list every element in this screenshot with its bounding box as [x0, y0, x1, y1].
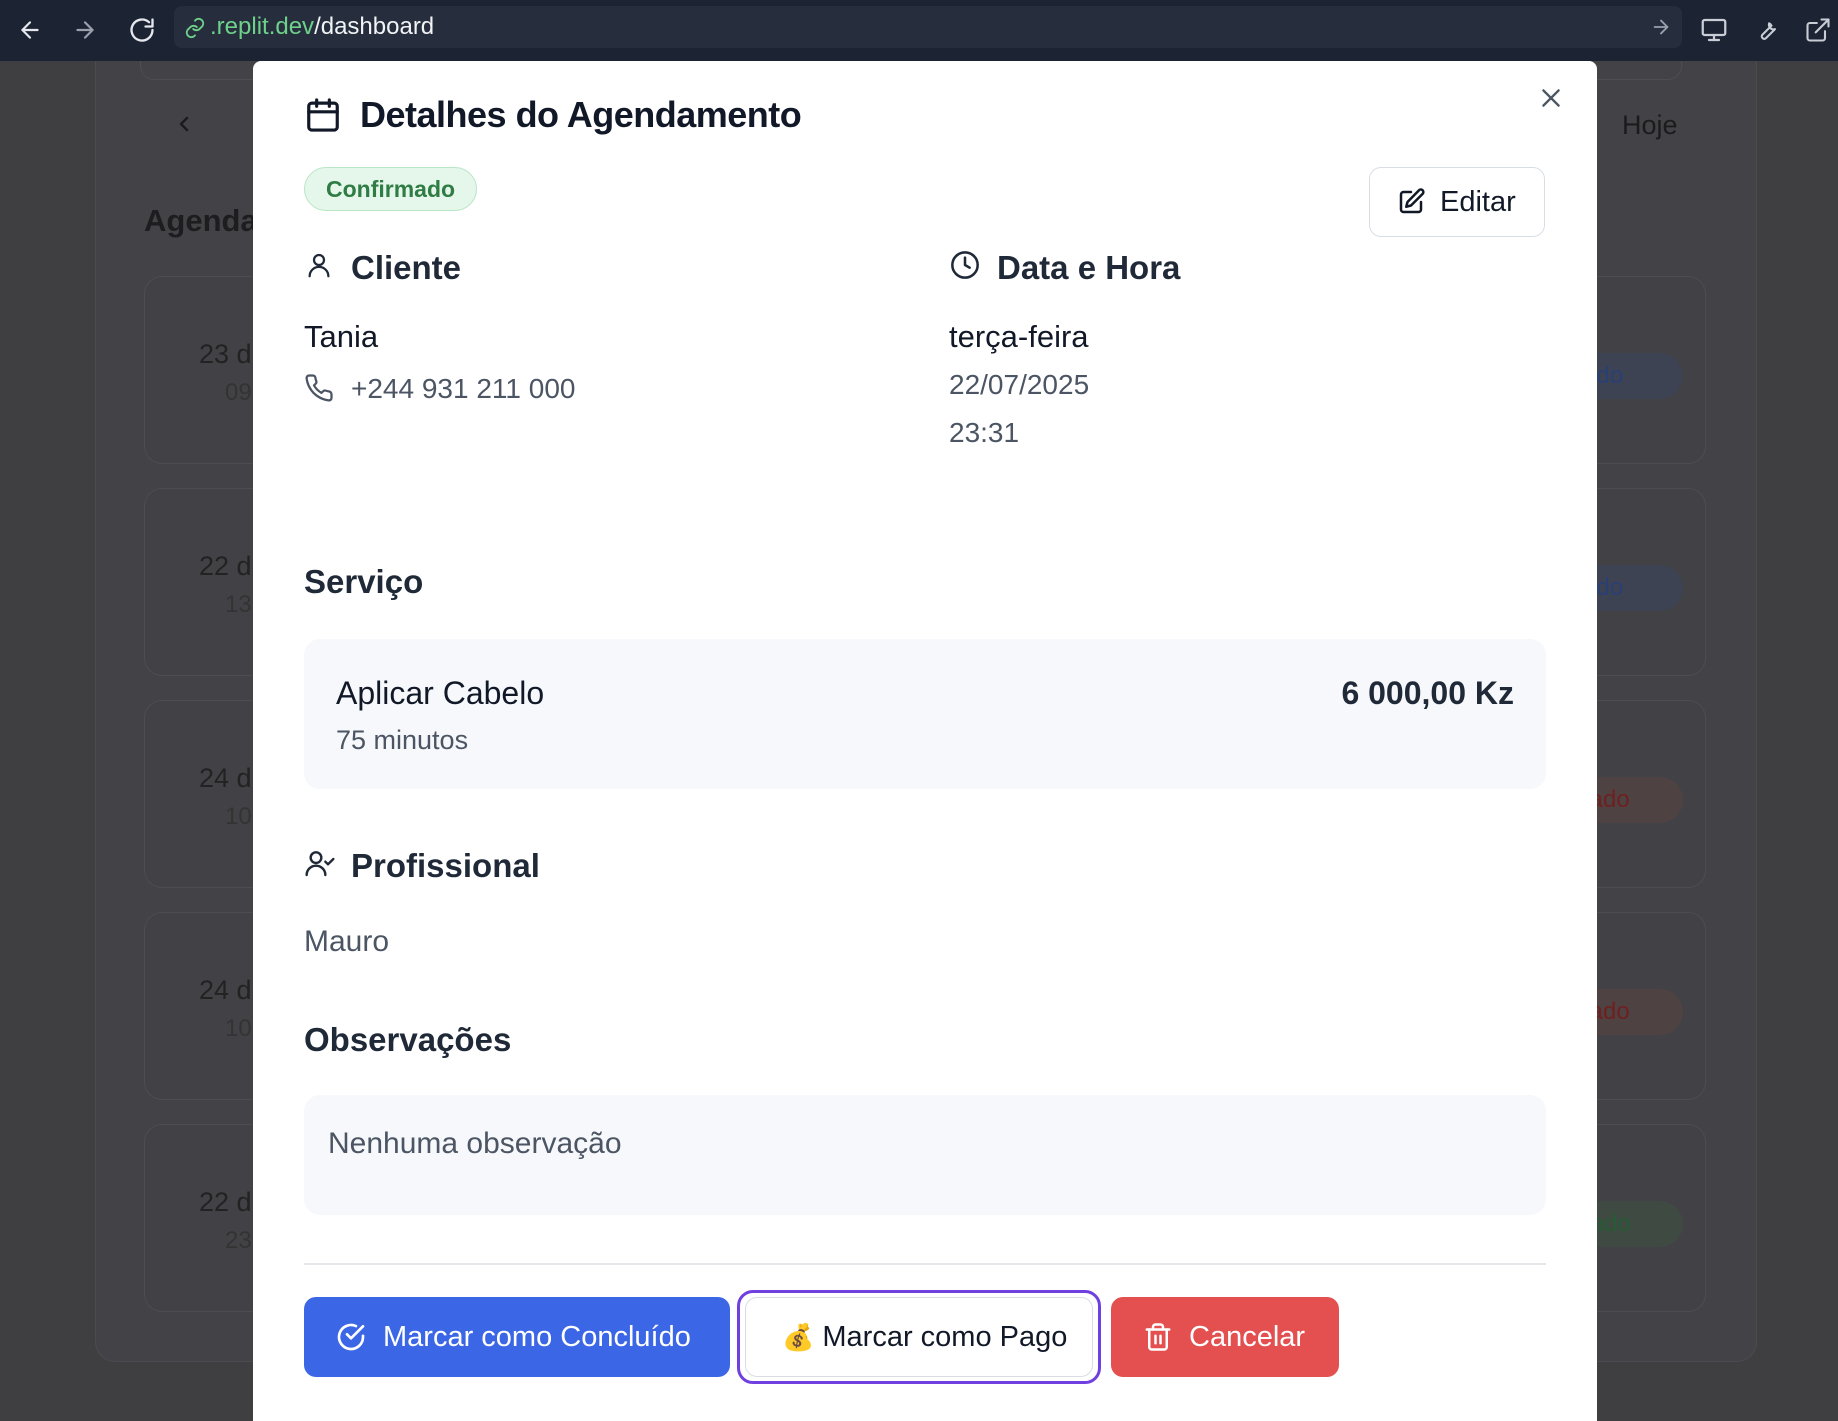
- phone-icon: [304, 373, 334, 408]
- service-name: Aplicar Cabelo: [336, 675, 545, 711]
- mark-paid-label: Marcar como Pago: [822, 1320, 1068, 1353]
- card-time: 10: [225, 1015, 252, 1042]
- trash-icon: [1145, 1323, 1171, 1351]
- modal-title: Detalhes do Agendamento: [360, 94, 802, 135]
- card-time: 09: [225, 379, 252, 406]
- service-duration: 75 minutos: [336, 725, 469, 755]
- appointment-details-modal: Detalhes do Agendamento Confirmado Edita…: [253, 61, 1597, 1421]
- footer-divider: [304, 1263, 1546, 1265]
- link-icon: [184, 17, 206, 44]
- url-text: .replit.dev/dashboard: [210, 6, 434, 48]
- back-icon[interactable]: [8, 8, 52, 52]
- card-time: 13: [225, 591, 252, 618]
- service-section-title: Serviço: [304, 563, 424, 600]
- card-date: 24 d: [199, 975, 252, 1005]
- money-bag-icon: 💰: [782, 1321, 815, 1352]
- professional-section-title: Profissional: [351, 847, 540, 884]
- clock-icon: [949, 249, 981, 286]
- service-price: 6 000,00 Kz: [1341, 675, 1514, 711]
- client-phone: +244 931 211 000: [351, 373, 576, 404]
- go-arrow-icon[interactable]: [1650, 16, 1672, 43]
- card-date: 24 d: [199, 763, 252, 793]
- appointment-weekday: terça-feira: [949, 319, 1089, 354]
- card-time: 10: [225, 803, 252, 830]
- reload-icon[interactable]: [120, 8, 164, 52]
- wrench-icon[interactable]: [1744, 8, 1788, 52]
- forward-icon[interactable]: [63, 8, 107, 52]
- notes-box: Nenhuma observação: [304, 1095, 1546, 1215]
- client-name: Tania: [304, 319, 379, 354]
- datetime-section-title: Data e Hora: [997, 249, 1181, 286]
- browser-toolbar: .replit.dev/dashboard: [0, 0, 1838, 61]
- mark-paid-button[interactable]: 💰 Marcar como Pago: [745, 1297, 1093, 1377]
- edit-button-label: Editar: [1440, 185, 1516, 218]
- previous-day-icon[interactable]: [172, 112, 196, 141]
- url-path: /dashboard: [314, 13, 435, 40]
- address-bar[interactable]: .replit.dev/dashboard: [174, 6, 1682, 48]
- url-domain: .replit.dev: [210, 13, 315, 40]
- close-button[interactable]: [1531, 78, 1571, 118]
- mark-completed-label: Marcar como Concluído: [383, 1320, 691, 1353]
- card-date: 22 d: [199, 1187, 252, 1217]
- card-time: 23: [225, 1227, 252, 1254]
- professional-name: Mauro: [304, 925, 390, 958]
- cancel-label: Cancelar: [1189, 1320, 1306, 1353]
- today-button[interactable]: Hoje: [1622, 110, 1678, 141]
- cancel-appointment-button[interactable]: Cancelar: [1111, 1297, 1339, 1377]
- status-badge: Confirmado: [304, 167, 478, 211]
- appointment-date: 22/07/2025: [949, 369, 1090, 400]
- client-section-title: Cliente: [351, 249, 462, 286]
- edit-button[interactable]: Editar: [1369, 167, 1545, 237]
- card-date: 23 d: [199, 339, 252, 369]
- close-icon: [1542, 89, 1560, 107]
- edit-icon: [1399, 188, 1425, 214]
- external-link-icon[interactable]: [1796, 8, 1838, 52]
- user-icon: [304, 249, 334, 286]
- notes-section-title: Observações: [304, 1021, 512, 1058]
- calendar-icon: [304, 96, 342, 139]
- service-card: Aplicar Cabelo 75 minutos 6 000,00 Kz: [304, 639, 1546, 789]
- card-date: 22 d: [199, 551, 252, 581]
- appointment-time: 23:31: [949, 417, 1020, 448]
- background-heading: Agenda: [144, 203, 258, 238]
- check-circle-icon: [337, 1323, 365, 1351]
- mark-completed-button[interactable]: Marcar como Concluído: [304, 1297, 730, 1377]
- user-check-icon: [304, 847, 336, 884]
- notes-text: Nenhuma observação: [328, 1127, 622, 1160]
- device-preview-icon[interactable]: [1692, 8, 1736, 52]
